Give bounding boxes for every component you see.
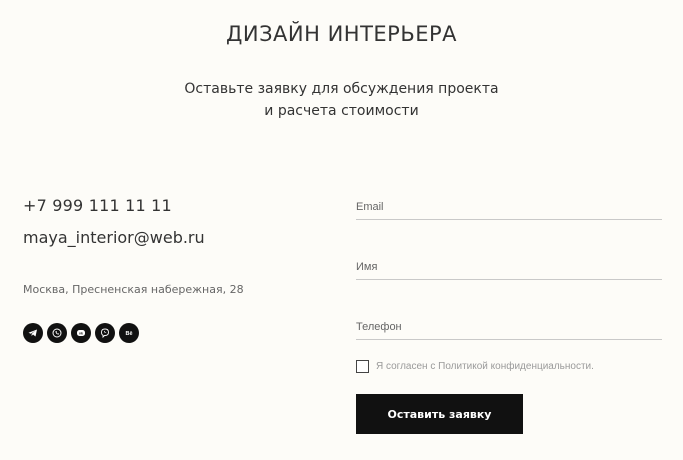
whatsapp-icon[interactable]	[47, 323, 67, 343]
subtitle-line-1: Оставьте заявку для обсуждения проекта	[184, 81, 499, 97]
email-field[interactable]	[356, 201, 662, 213]
behance-label: Bē	[125, 331, 132, 337]
phone-field-wrapper	[356, 306, 662, 340]
phone-field[interactable]	[356, 321, 662, 333]
name-field-wrapper	[356, 246, 662, 280]
consent-prefix: Я согласен с	[376, 361, 439, 372]
name-field[interactable]	[356, 261, 662, 273]
request-form: Я согласен с Политикой конфиденциальност…	[356, 186, 662, 434]
privacy-policy-link[interactable]: Политикой конфиденциальности.	[438, 361, 594, 372]
submit-button[interactable]: Оставить заявку	[356, 394, 523, 434]
svg-text:vk: vk	[79, 332, 83, 336]
telegram-icon[interactable]	[23, 323, 43, 343]
email-link[interactable]: maya_interior@web.ru	[23, 228, 323, 247]
contacts-block: +7 999 111 11 11 maya_interior@web.ru Мо…	[23, 196, 323, 343]
social-links: vk Bē	[23, 323, 323, 343]
page-subtitle: Оставьте заявку для обсуждения проекта и…	[0, 78, 683, 122]
address-text: Москва, Пресненская набережная, 28	[23, 283, 244, 296]
page-title: ДИЗАЙН ИНТЕРЬЕРА	[225, 22, 458, 46]
vk-icon[interactable]: vk	[71, 323, 91, 343]
subtitle-line-2: и расчета стоимости	[264, 103, 419, 119]
phone-link[interactable]: +7 999 111 11 11	[23, 196, 323, 215]
consent-checkbox[interactable]	[356, 360, 369, 373]
consent-text: Я согласен с Политикой конфиденциальност…	[376, 361, 594, 372]
consent-row: Я согласен с Политикой конфиденциальност…	[356, 360, 662, 373]
email-field-wrapper	[356, 186, 662, 220]
behance-icon[interactable]: Bē	[119, 323, 139, 343]
viber-icon[interactable]	[95, 323, 115, 343]
